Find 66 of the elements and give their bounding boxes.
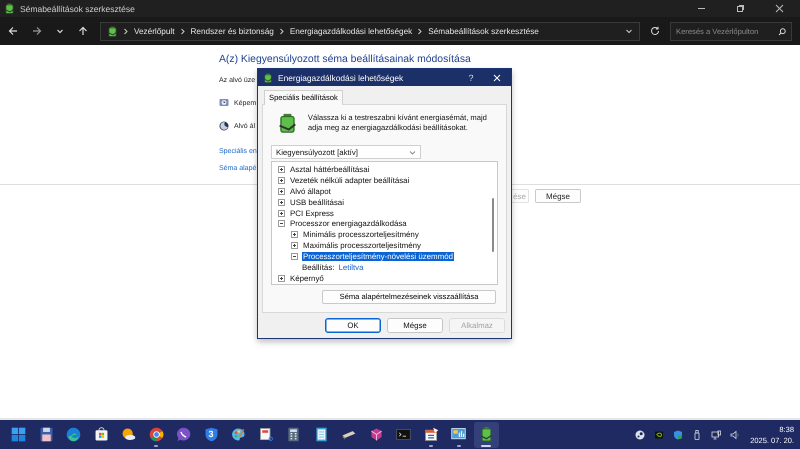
- calendar-icon: [422, 426, 440, 443]
- address-field[interactable]: Vezérlőpult Rendszer és biztonság Energiagazdálkodási lehetőségek Sémabeállítások szerkesztése: [100, 22, 640, 40]
- chevron-right-icon: [417, 28, 424, 34]
- up-arrow-icon[interactable]: [78, 26, 88, 36]
- shield-icon: [202, 426, 220, 443]
- terminal-icon: [395, 426, 412, 443]
- expand-icon[interactable]: [291, 242, 298, 250]
- dialog-title: Energiagazdálkodási lehetőségek: [278, 72, 404, 82]
- expand-icon[interactable]: [278, 176, 285, 184]
- moon-icon: [219, 121, 229, 131]
- chat-bubble-icon: [175, 426, 192, 443]
- browser-icon: [148, 426, 164, 443]
- dropdown-icon[interactable]: [625, 27, 633, 35]
- browser-icon: [65, 426, 82, 443]
- weather-icon: [120, 426, 137, 443]
- document-icon: [258, 426, 274, 443]
- collapse-icon[interactable]: [291, 253, 298, 260]
- search-icon: [778, 28, 786, 36]
- usb-drive-icon[interactable]: [692, 430, 702, 440]
- chip-icon[interactable]: [654, 430, 664, 440]
- help-button[interactable]: ?: [460, 72, 482, 82]
- expand-icon[interactable]: [278, 188, 285, 195]
- chevron-down-icon: [409, 148, 416, 156]
- close-icon[interactable]: [775, 4, 784, 13]
- running-indicator: [456, 444, 460, 446]
- shield-icon[interactable]: [673, 430, 684, 440]
- breadcrumb-link[interactable]: Vezérlőpult: [134, 26, 175, 36]
- app-icon: [4, 3, 15, 14]
- breadcrumb-link[interactable]: Sémabeállítások szerkesztése: [428, 26, 539, 36]
- network-icon[interactable]: [711, 430, 722, 440]
- forward-arrow-icon[interactable]: [32, 26, 42, 36]
- breadcrumb-link[interactable]: Rendszer és biztonság: [190, 26, 274, 36]
- chevron-down-icon[interactable]: [56, 27, 64, 35]
- taskbar-app-button[interactable]: 3: [198, 422, 224, 448]
- refresh-icon[interactable]: [650, 26, 660, 36]
- expand-icon[interactable]: [278, 198, 285, 206]
- page-heading: A(z) Kiegyensúlyozott séma beállításainak módosítása: [219, 54, 471, 65]
- expand-icon[interactable]: [278, 274, 285, 282]
- battery-plug-icon: [277, 112, 298, 134]
- restore-icon[interactable]: [736, 4, 745, 13]
- speaker-icon[interactable]: [730, 430, 740, 440]
- chevron-right-icon: [123, 28, 129, 34]
- running-indicator: [429, 444, 433, 446]
- screen-clock-icon: [219, 98, 229, 108]
- breadcrumb-link[interactable]: Energiagazdálkodási lehetőségek: [290, 26, 412, 36]
- settings-tree[interactable]: [271, 161, 498, 285]
- location-icon: [107, 26, 118, 36]
- start-icon: [10, 426, 27, 443]
- palette-icon: [230, 426, 247, 443]
- running-indicator: [154, 444, 158, 446]
- cancel-button[interactable]: Mégse: [534, 189, 581, 203]
- window-title: Sémabeállítások szerkesztése: [20, 4, 136, 14]
- expand-icon[interactable]: [278, 210, 285, 216]
- scrollbar-thumb[interactable]: [492, 198, 494, 252]
- round-logo-icon[interactable]: [635, 430, 646, 440]
- expand-icon[interactable]: [291, 231, 298, 238]
- collapse-icon[interactable]: [278, 220, 285, 228]
- shopping-bag-icon: [92, 426, 110, 443]
- chevron-right-icon: [180, 28, 186, 34]
- chevron-right-icon: [278, 28, 285, 34]
- back-arrow-icon[interactable]: [8, 26, 18, 36]
- app-icon: [263, 72, 273, 82]
- expand-icon[interactable]: [278, 166, 285, 173]
- taskbar-app-button[interactable]: [474, 422, 498, 448]
- running-indicator: [481, 444, 491, 446]
- shield-number: 3: [208, 428, 214, 438]
